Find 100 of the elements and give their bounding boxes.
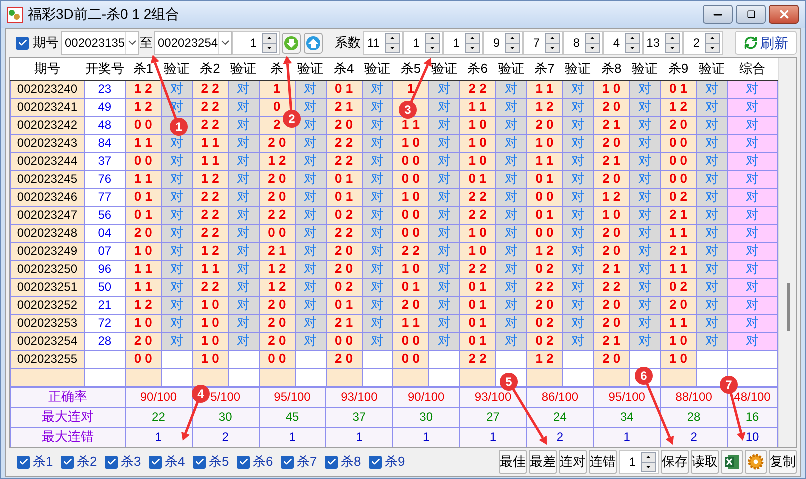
period-combo[interactable]: 002023135 bbox=[61, 31, 139, 55]
toolbar-button[interactable]: 最差 bbox=[529, 450, 557, 474]
table-cell: 28 bbox=[660, 407, 728, 427]
table-cell: 1 2 bbox=[660, 98, 696, 116]
spin-field[interactable]: 1 bbox=[232, 31, 280, 55]
checkbox[interactable] bbox=[325, 456, 338, 468]
toolbar-button[interactable]: 读取 bbox=[691, 450, 719, 474]
checkbox[interactable] bbox=[281, 456, 294, 468]
table-cell: 30 bbox=[192, 407, 260, 427]
table-cell: 95/100 bbox=[259, 387, 326, 407]
table-cell: 0 1 bbox=[326, 296, 362, 314]
spin-field[interactable]: 9 bbox=[483, 31, 523, 55]
table-cell: 0 0 bbox=[259, 350, 296, 368]
down-triangle-icon[interactable] bbox=[626, 42, 639, 52]
spin-field[interactable]: 1 bbox=[619, 450, 659, 474]
table-cell: 对 bbox=[696, 98, 728, 116]
kill-label: 杀9 bbox=[385, 453, 406, 472]
table-cell: 对 bbox=[428, 296, 460, 314]
table-cell: 对 bbox=[362, 80, 393, 98]
toolbar-button[interactable]: 复制 bbox=[769, 450, 797, 474]
table-cell: 2 0 bbox=[660, 116, 696, 134]
table-cell: 1 2 bbox=[259, 152, 296, 170]
table-cell: 50 bbox=[84, 278, 126, 296]
table-cell: 对 bbox=[696, 116, 728, 134]
spin-field[interactable]: 13 bbox=[643, 31, 683, 55]
spin-field[interactable]: 1 bbox=[443, 31, 483, 55]
window-title: 福彩3D前二-杀0 1 2组合 bbox=[28, 5, 180, 24]
table-cell: 1 2 bbox=[125, 80, 162, 98]
spin-field[interactable]: 1 bbox=[403, 31, 443, 55]
down-triangle-icon[interactable] bbox=[706, 42, 719, 52]
table-cell: 2 2 bbox=[594, 278, 630, 296]
table-cell: 0 2 bbox=[526, 332, 563, 350]
chevron-icon[interactable] bbox=[220, 40, 230, 46]
table-cell: 对 bbox=[630, 188, 661, 206]
down-triangle-icon[interactable] bbox=[506, 42, 519, 52]
to-label: 至 bbox=[140, 34, 153, 52]
down-triangle-icon[interactable] bbox=[546, 42, 559, 52]
table-cell: 93/100 bbox=[326, 387, 393, 407]
table-cell: 002023242 bbox=[10, 116, 84, 134]
table-cell: 2 2 bbox=[192, 188, 228, 206]
table-cell: 对 bbox=[630, 242, 661, 260]
toolbar-button[interactable]: 保存 bbox=[661, 450, 689, 474]
table-cell: 对 bbox=[362, 278, 393, 296]
table-cell: 1 0 bbox=[460, 242, 496, 260]
table-cell: 对 bbox=[161, 170, 192, 188]
table-cell: 对 bbox=[228, 224, 260, 242]
spin-field[interactable]: 7 bbox=[523, 31, 563, 55]
checkbox[interactable] bbox=[16, 36, 29, 50]
table-cell: 1 2 bbox=[526, 98, 563, 116]
down-triangle-icon[interactable] bbox=[466, 42, 479, 52]
table-cell: 0 1 bbox=[460, 314, 496, 332]
checkbox[interactable] bbox=[105, 456, 118, 468]
table-cell: 0 0 bbox=[526, 188, 563, 206]
close-button[interactable] bbox=[769, 5, 799, 24]
table-cell: 对 bbox=[496, 278, 527, 296]
checkbox[interactable] bbox=[237, 456, 250, 468]
down-triangle-icon[interactable] bbox=[263, 42, 276, 52]
refresh-button[interactable]: 刷新 bbox=[735, 31, 797, 55]
table-cell: 002023241 bbox=[10, 98, 84, 116]
down-triangle-icon[interactable] bbox=[642, 462, 655, 471]
table-cell: 对 bbox=[228, 188, 260, 206]
table-cell: 对 bbox=[428, 332, 460, 350]
table-cell: 34 bbox=[594, 407, 661, 427]
table-cell: 2 0 bbox=[326, 350, 362, 368]
spin-field[interactable]: 8 bbox=[563, 31, 603, 55]
toolbar-button[interactable]: 连错 bbox=[589, 450, 617, 474]
table-cell: 对 bbox=[228, 98, 260, 116]
table-cell: 1 0 bbox=[192, 314, 228, 332]
table-cell: 对 bbox=[496, 224, 527, 242]
maximize-button[interactable] bbox=[736, 5, 766, 24]
table-cell: 对 bbox=[562, 332, 594, 350]
spin-field[interactable]: 2 bbox=[683, 31, 723, 55]
table-cell: 对 bbox=[496, 206, 527, 224]
minimize-button[interactable] bbox=[703, 5, 733, 24]
table-cell: 对 bbox=[630, 332, 661, 350]
table-cell: 2 0 bbox=[259, 170, 296, 188]
down-triangle-icon[interactable] bbox=[666, 42, 679, 52]
down-triangle-icon[interactable] bbox=[386, 42, 399, 52]
chevron-icon[interactable] bbox=[128, 40, 137, 46]
toolbar-button[interactable]: 连对 bbox=[559, 450, 587, 474]
down-triangle-icon[interactable] bbox=[426, 42, 439, 52]
table-cell: 2 1 bbox=[660, 206, 696, 224]
period-combo[interactable]: 002023254 bbox=[154, 31, 232, 55]
spin-field[interactable]: 4 bbox=[603, 31, 643, 55]
table-cell: 1 0 bbox=[125, 242, 162, 260]
spin-field[interactable]: 11 bbox=[363, 31, 403, 55]
table-cell: 1 0 bbox=[460, 116, 496, 134]
checkbox[interactable] bbox=[193, 456, 206, 468]
table-cell: 对 bbox=[228, 332, 260, 350]
checkbox[interactable] bbox=[17, 456, 30, 468]
table-cell: 对 bbox=[562, 170, 594, 188]
table-cell: 对 bbox=[428, 242, 460, 260]
checkbox[interactable] bbox=[61, 456, 74, 468]
toolbar-button[interactable]: 最佳 bbox=[499, 450, 527, 474]
checkbox[interactable] bbox=[369, 456, 382, 468]
settings-button[interactable] bbox=[745, 450, 767, 474]
checkbox[interactable] bbox=[149, 456, 162, 468]
spreadsheet-button[interactable] bbox=[721, 450, 743, 474]
up-arrow-button[interactable] bbox=[304, 32, 323, 54]
down-triangle-icon[interactable] bbox=[586, 42, 599, 52]
